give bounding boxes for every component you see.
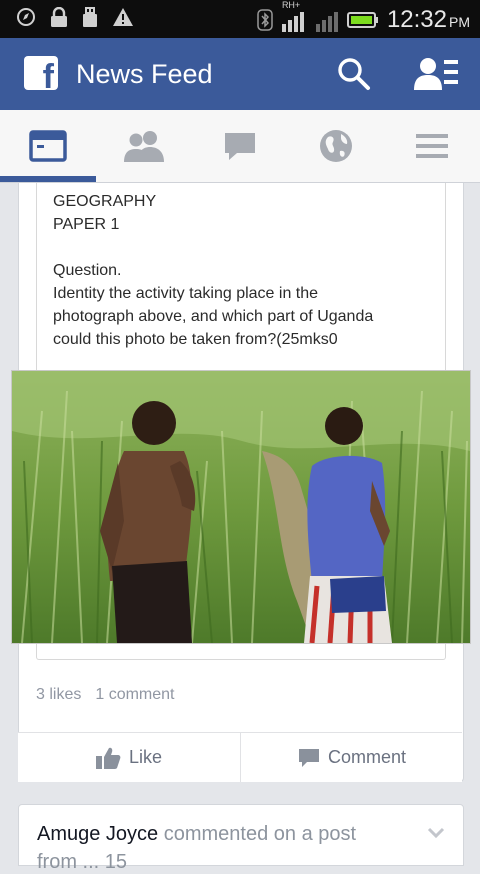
battery-icon bbox=[346, 12, 378, 28]
lock-icon bbox=[51, 7, 67, 27]
comment-icon bbox=[298, 748, 319, 767]
next-story-card[interactable]: Amuge Joyce commented on a post from ...… bbox=[18, 804, 464, 873]
friends-icon bbox=[124, 131, 164, 162]
like-label: Like bbox=[128, 747, 163, 767]
chat-icon bbox=[225, 133, 255, 160]
page-title: News Feed bbox=[76, 59, 213, 89]
thumbs-up-icon bbox=[95, 747, 121, 769]
usb-icon bbox=[83, 7, 97, 27]
app-bar: f News Feed bbox=[0, 38, 480, 110]
compass-icon bbox=[17, 8, 35, 26]
bluetooth-icon bbox=[257, 9, 273, 31]
warning-icon bbox=[113, 8, 133, 26]
story-header: Amuge Joyce commented on a post bbox=[37, 823, 356, 846]
tab-friends[interactable] bbox=[96, 110, 192, 182]
clock: 12:32 PM bbox=[387, 6, 470, 34]
tab-messages[interactable] bbox=[192, 110, 288, 182]
menu-icon bbox=[416, 134, 448, 158]
status-bar: RH+ 12:32 PM bbox=[0, 0, 480, 38]
story-action: commented on a post bbox=[163, 823, 357, 845]
signal-icon: RH+ bbox=[281, 0, 307, 33]
tab-bar bbox=[0, 110, 480, 183]
post-line: photograph above, and which part of Ugan… bbox=[53, 308, 374, 325]
likes-count[interactable]: 3 likes bbox=[36, 686, 81, 703]
chevron-down-icon[interactable] bbox=[427, 827, 445, 839]
comment-label: Comment bbox=[327, 747, 407, 767]
clock-time: 12:32 bbox=[386, 6, 447, 33]
clock-ampm: PM bbox=[449, 14, 470, 30]
post-photo[interactable] bbox=[11, 370, 471, 644]
post-line-blank bbox=[53, 236, 443, 259]
comment-button[interactable]: Comment bbox=[240, 733, 463, 782]
story-author[interactable]: Amuge Joyce bbox=[37, 823, 158, 845]
like-button[interactable]: Like bbox=[18, 733, 239, 782]
friend-requests-icon bbox=[414, 58, 458, 90]
post-line: Question. bbox=[53, 262, 122, 279]
comments-count[interactable]: 1 comment bbox=[95, 686, 174, 703]
post-line: PAPER 1 bbox=[53, 216, 120, 233]
news-feed-icon bbox=[29, 130, 67, 162]
post-actions: Like Comment bbox=[18, 732, 462, 782]
friend-requests-button[interactable] bbox=[414, 56, 460, 92]
tab-more[interactable] bbox=[384, 110, 480, 182]
search-icon bbox=[338, 58, 370, 90]
tab-news-feed[interactable] bbox=[0, 110, 96, 182]
globe-icon bbox=[320, 130, 352, 162]
post-stats: 3 likes 1 comment bbox=[36, 686, 175, 704]
signal-icon-secondary bbox=[315, 12, 338, 32]
post-line: GEOGRAPHY bbox=[53, 193, 157, 210]
photo-grass-path-scene bbox=[12, 371, 470, 643]
story-header-line2: from ... 15 bbox=[37, 851, 128, 873]
facebook-logo[interactable]: f bbox=[24, 56, 58, 90]
post-line: Identity the activity taking place in th… bbox=[53, 285, 319, 302]
post-text: GEOGRAPHY PAPER 1 Question. Identity the… bbox=[53, 190, 443, 351]
post-line: could this photo be taken from?(25mks0 bbox=[53, 331, 338, 348]
search-button[interactable] bbox=[336, 56, 372, 92]
facebook-logo-letter: f bbox=[42, 58, 54, 90]
tab-notifications[interactable] bbox=[288, 110, 384, 182]
